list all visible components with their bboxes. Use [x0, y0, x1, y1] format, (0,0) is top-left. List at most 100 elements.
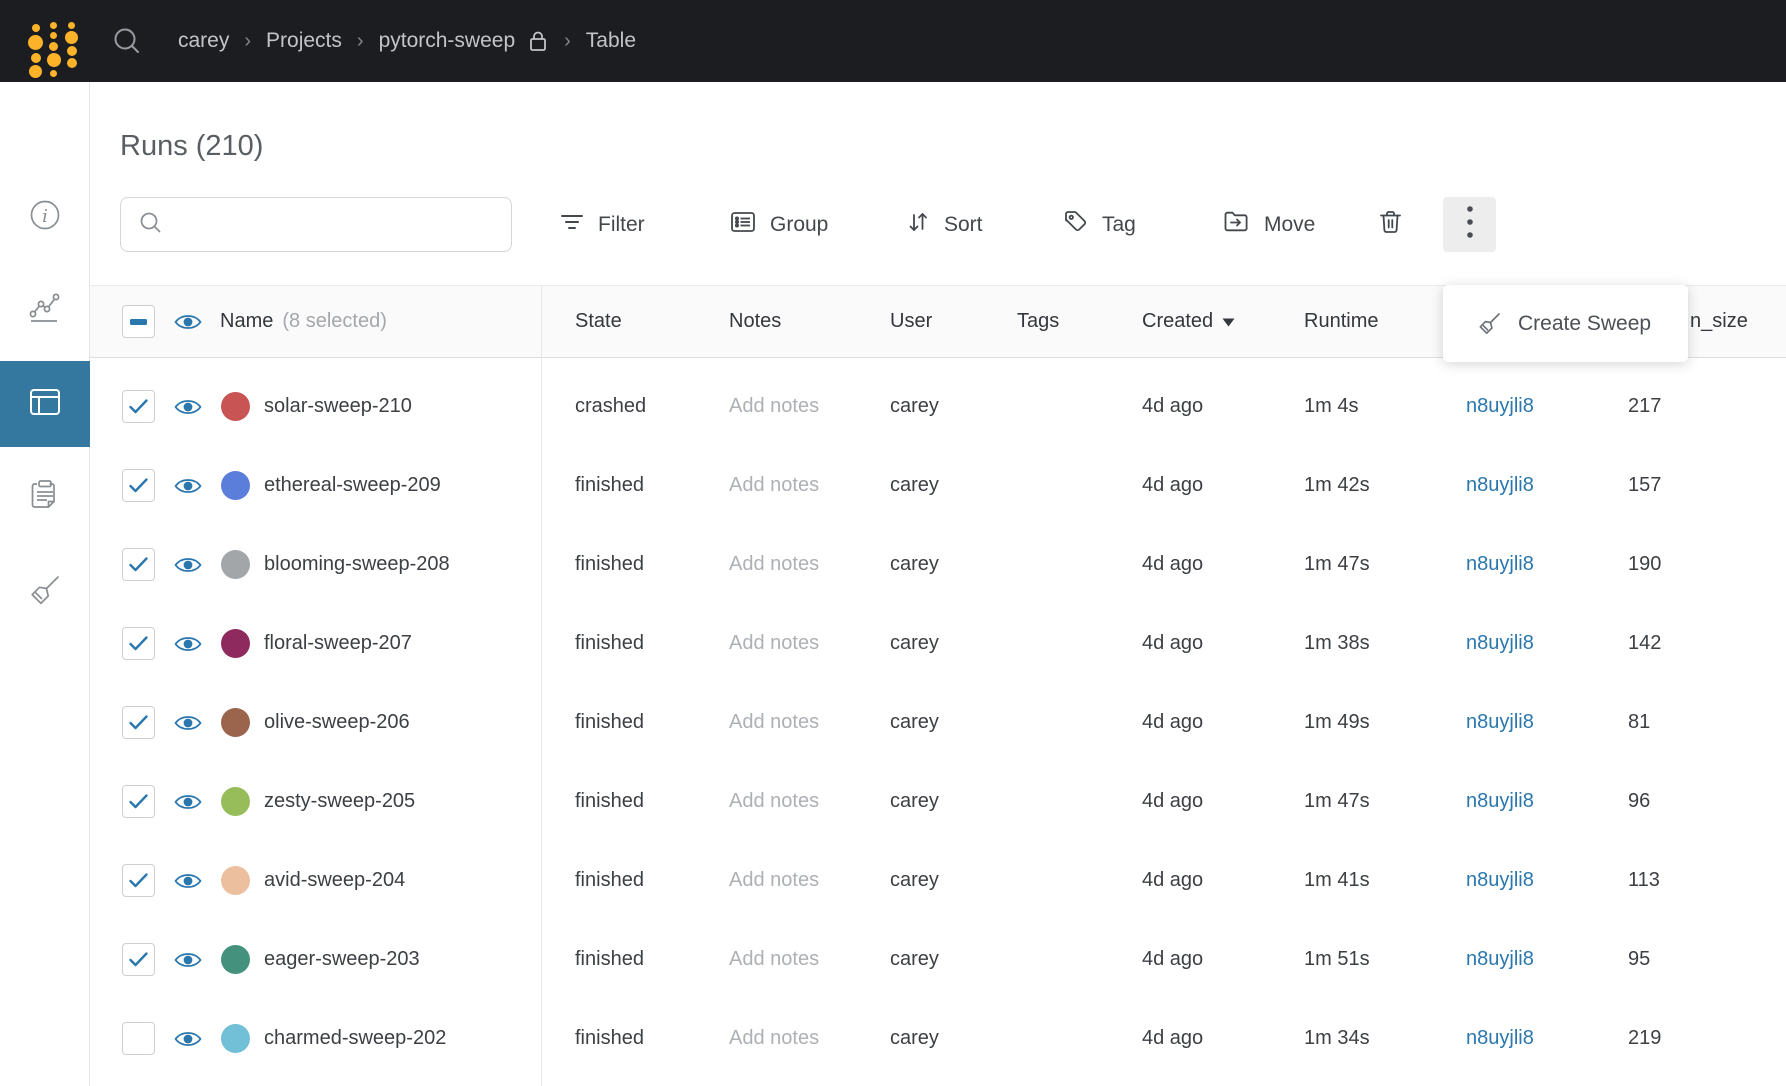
- column-header-state[interactable]: State: [558, 310, 729, 333]
- notes-cell[interactable]: Add notes: [729, 632, 890, 655]
- sweep-link[interactable]: n8uyjli8: [1466, 711, 1628, 734]
- value-cell: 81: [1628, 711, 1786, 734]
- breadcrumb-item[interactable]: pytorch-sweep: [379, 29, 516, 53]
- row-checkbox[interactable]: [122, 1022, 155, 1055]
- breadcrumb-item[interactable]: carey: [178, 29, 229, 53]
- breadcrumb-item[interactable]: Table: [586, 29, 636, 53]
- notes-cell[interactable]: Add notes: [729, 869, 890, 892]
- sweep-link[interactable]: n8uyjli8: [1466, 1027, 1628, 1050]
- row-checkbox[interactable]: [122, 943, 155, 976]
- sweep-link[interactable]: n8uyjli8: [1466, 869, 1628, 892]
- row-checkbox[interactable]: [122, 390, 155, 423]
- global-search-icon[interactable]: [110, 24, 144, 58]
- sidebar-item-sweeps[interactable]: [0, 550, 90, 636]
- notes-cell[interactable]: Add notes: [729, 790, 890, 813]
- toggle-visibility-icon[interactable]: [174, 713, 202, 733]
- column-header-tags[interactable]: Tags: [1017, 310, 1142, 333]
- toggle-visibility-all-icon[interactable]: [174, 312, 202, 332]
- value-cell: 157: [1628, 474, 1786, 497]
- charts-icon: [26, 289, 64, 332]
- notes-cell[interactable]: Add notes: [729, 474, 890, 497]
- run-color-dot: [221, 945, 250, 974]
- more-actions-button[interactable]: [1443, 197, 1496, 252]
- sweep-link[interactable]: n8uyjli8: [1466, 632, 1628, 655]
- tag-button[interactable]: Tag: [1062, 197, 1136, 252]
- runtime-cell: 1m 49s: [1304, 711, 1466, 734]
- toggle-visibility-icon[interactable]: [174, 634, 202, 654]
- run-name-link[interactable]: avid-sweep-204: [264, 869, 405, 892]
- sweep-link[interactable]: n8uyjli8: [1466, 553, 1628, 576]
- select-all-checkbox[interactable]: [122, 305, 155, 338]
- column-divider[interactable]: [541, 285, 542, 1086]
- state-cell: finished: [558, 869, 729, 892]
- sort-button[interactable]: Sort: [905, 197, 983, 252]
- run-name-cell: blooming-sweep-208: [90, 525, 558, 604]
- state-cell: crashed: [558, 395, 729, 418]
- sidebar-item-reports[interactable]: [0, 454, 90, 540]
- notes-cell[interactable]: Add notes: [729, 711, 890, 734]
- column-header-runtime[interactable]: Runtime: [1304, 310, 1466, 333]
- row-checkbox[interactable]: [122, 864, 155, 897]
- row-checkbox[interactable]: [122, 548, 155, 581]
- created-cell: 4d ago: [1142, 632, 1304, 655]
- sweep-link[interactable]: n8uyjli8: [1466, 790, 1628, 813]
- run-name-link[interactable]: solar-sweep-210: [264, 395, 412, 418]
- notes-cell[interactable]: Add notes: [729, 553, 890, 576]
- value-cell: 96: [1628, 790, 1786, 813]
- create-sweep-menu-item[interactable]: Create Sweep: [1518, 312, 1651, 336]
- breadcrumb-separator: ›: [244, 30, 251, 53]
- run-name-link[interactable]: blooming-sweep-208: [264, 553, 450, 576]
- filter-label: Filter: [598, 213, 645, 237]
- created-cell: 4d ago: [1142, 869, 1304, 892]
- runtime-cell: 1m 51s: [1304, 948, 1466, 971]
- group-button[interactable]: Group: [729, 197, 828, 252]
- value-cell: 190: [1628, 553, 1786, 576]
- run-name-link[interactable]: ethereal-sweep-209: [264, 474, 441, 497]
- toggle-visibility-icon[interactable]: [174, 871, 202, 891]
- sweep-link[interactable]: n8uyjli8: [1466, 948, 1628, 971]
- row-checkbox[interactable]: [122, 785, 155, 818]
- toggle-visibility-icon[interactable]: [174, 950, 202, 970]
- delete-button[interactable]: [1377, 197, 1404, 252]
- runs-search-box[interactable]: [120, 197, 512, 252]
- sidebar-item-charts[interactable]: [0, 267, 90, 353]
- toggle-visibility-icon[interactable]: [174, 397, 202, 417]
- row-checkbox[interactable]: [122, 469, 155, 502]
- notes-cell[interactable]: Add notes: [729, 1027, 890, 1050]
- column-header-created[interactable]: Created: [1142, 310, 1304, 333]
- sweep-link[interactable]: n8uyjli8: [1466, 395, 1628, 418]
- notes-cell[interactable]: Add notes: [729, 948, 890, 971]
- run-name-link[interactable]: olive-sweep-206: [264, 711, 410, 734]
- toggle-visibility-icon[interactable]: [174, 555, 202, 575]
- run-name-link[interactable]: floral-sweep-207: [264, 632, 412, 655]
- wandb-logo-icon[interactable]: [16, 13, 78, 69]
- more-actions-menu: Create Sweep: [1443, 285, 1688, 362]
- sweep-link[interactable]: n8uyjli8: [1466, 474, 1628, 497]
- toggle-visibility-icon[interactable]: [174, 792, 202, 812]
- runs-search-input[interactable]: [177, 213, 497, 236]
- created-cell: 4d ago: [1142, 1027, 1304, 1050]
- toggle-visibility-icon[interactable]: [174, 476, 202, 496]
- tag-label: Tag: [1102, 213, 1136, 237]
- toggle-visibility-icon[interactable]: [174, 1029, 202, 1049]
- run-name-cell: charmed-sweep-202: [90, 999, 558, 1078]
- sidebar-item-overview[interactable]: i: [0, 174, 90, 260]
- run-name-link[interactable]: eager-sweep-203: [264, 948, 420, 971]
- column-header-name[interactable]: Name: [220, 310, 273, 333]
- filter-icon: [559, 210, 585, 240]
- row-checkbox[interactable]: [122, 627, 155, 660]
- notes-cell[interactable]: Add notes: [729, 395, 890, 418]
- breadcrumb-item[interactable]: Projects: [266, 29, 342, 53]
- created-cell: 4d ago: [1142, 395, 1304, 418]
- row-checkbox[interactable]: [122, 706, 155, 739]
- runtime-cell: 1m 47s: [1304, 790, 1466, 813]
- column-header-notes[interactable]: Notes: [729, 310, 890, 333]
- sidebar-item-runs-table[interactable]: [0, 361, 90, 447]
- run-name-link[interactable]: charmed-sweep-202: [264, 1027, 446, 1050]
- move-label: Move: [1264, 213, 1315, 237]
- user-cell: carey: [890, 395, 1017, 418]
- filter-button[interactable]: Filter: [559, 197, 645, 252]
- column-header-user[interactable]: User: [890, 310, 1017, 333]
- move-button[interactable]: Move: [1222, 197, 1315, 252]
- run-name-link[interactable]: zesty-sweep-205: [264, 790, 415, 813]
